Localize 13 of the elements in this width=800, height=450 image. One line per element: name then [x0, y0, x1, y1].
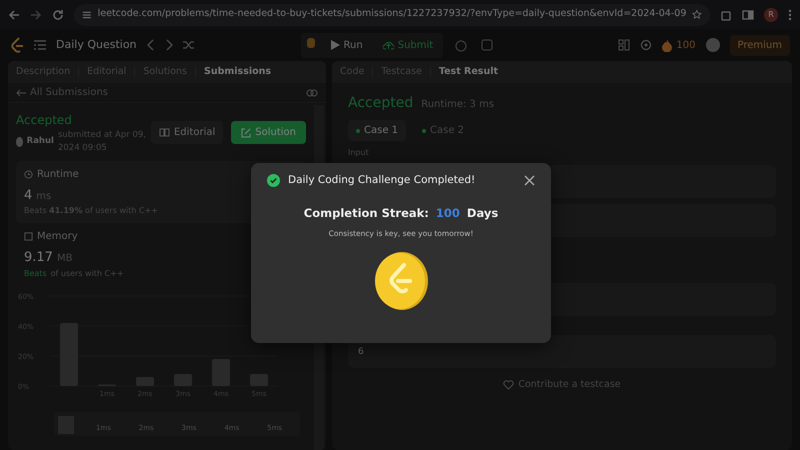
memory-beats-label: Beats: [24, 268, 47, 280]
submission-status: Accepted: [16, 112, 73, 129]
expected-value: 6: [358, 347, 364, 357]
result-status: Accepted: [348, 94, 414, 113]
runtime-value: 4: [24, 186, 32, 204]
streak-label: Completion Streak:: [304, 204, 429, 222]
streak-unit: Days: [466, 204, 498, 222]
streak-count: 100: [676, 38, 696, 52]
memory-value: 9.17: [24, 249, 53, 267]
streak-value: 100: [436, 204, 460, 222]
url-text: leetcode.com/problems/time-needed-to-buy-tickets/submissions/1227237932/?envType=daily-question&envId=2024-04-09: [98, 7, 686, 22]
memory-title: Memory: [37, 230, 78, 244]
runtime-title: Runtime: [37, 168, 79, 182]
